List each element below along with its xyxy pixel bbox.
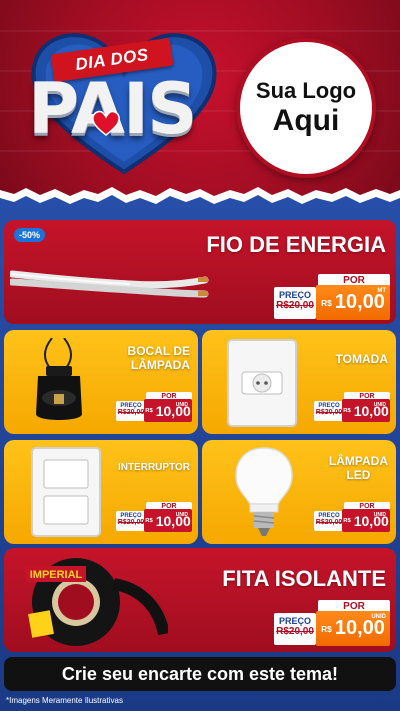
price-value: 10,00 xyxy=(334,291,385,313)
unit-label: UNID xyxy=(373,512,386,518)
currency: R$ xyxy=(321,623,332,634)
logo-text-line1: Sua Logo xyxy=(255,78,357,103)
unit-label: MT xyxy=(377,288,386,294)
new-price: R$ 10,00 UNID xyxy=(342,509,390,532)
event-title: PAIS xyxy=(28,68,198,150)
wire-image xyxy=(10,270,209,298)
bulb-image xyxy=(235,447,293,536)
header-banner: DIA DOS PAIS Sua Logo Aqui xyxy=(0,0,400,200)
currency: R$ xyxy=(343,407,351,414)
old-price: PREÇO R$20,00 xyxy=(314,511,344,531)
product-title-line1: BOCAL DE xyxy=(127,344,190,358)
tape-image: IMPERIAL xyxy=(26,558,168,646)
small-heart-icon xyxy=(92,110,120,136)
preco-label: PREÇO xyxy=(278,290,311,300)
unit-label: UNID xyxy=(371,614,386,620)
product-title: INTERRUPTOR xyxy=(117,462,190,473)
switch-image xyxy=(31,447,101,537)
unit-label: UNID xyxy=(175,402,188,408)
product-card-interruptor: INTERRUPTOR POR PREÇO R$20,00 R$ 10,00 U… xyxy=(4,440,198,544)
product-title: LÂMPADA LED xyxy=(329,454,388,482)
price-tag: POR PREÇO R$20,00 R$ 10,00 UNID xyxy=(314,392,390,422)
currency: R$ xyxy=(145,517,153,524)
currency: R$ xyxy=(145,407,153,414)
product-title: FITA ISOLANTE xyxy=(222,566,386,591)
new-price: R$ 10,00 UNID xyxy=(316,611,390,646)
price-tag: POR PREÇO R$20,00 R$ 10,00 UNID xyxy=(116,392,192,422)
product-title-line2: LÂMPADA xyxy=(130,358,190,372)
product-title: TOMADA xyxy=(335,352,388,366)
product-title-line1: LÂMPADA xyxy=(328,454,388,468)
product-title: FIO DE ENERGIA xyxy=(206,232,386,257)
tape-brand: IMPERIAL xyxy=(30,569,83,581)
product-card-tomada: TOMADA POR PREÇO R$20,00 R$ 10,00 UNID xyxy=(202,330,396,434)
disclaimer-text: *Imagens Meramente Ilustrativas xyxy=(6,696,123,705)
price-tag: POR PREÇO R$20,00 R$ 10,00 UNID xyxy=(314,502,390,532)
price-tag: POR PREÇO R$20,00 R$ 10,00 UNID xyxy=(116,502,192,532)
old-price: PREÇO R$20,00 xyxy=(116,511,146,531)
new-price: R$ 10,00 MT xyxy=(316,285,390,320)
old-price: PREÇO R$20,00 xyxy=(274,613,316,645)
socket-image xyxy=(36,338,82,420)
old-price: PREÇO R$20,00 xyxy=(116,401,146,421)
old-price-value: R$20,00 xyxy=(117,409,145,416)
currency: R$ xyxy=(321,297,332,308)
unit-label: UNID xyxy=(175,512,188,518)
price-tag: POR PREÇO R$20,00 R$ 10,00 UNID xyxy=(274,600,390,646)
old-price: PREÇO R$20,00 xyxy=(274,287,316,319)
product-card-lampada: LÂMPADA LED POR PREÇO R$20,00 R$ 10,00 U… xyxy=(202,440,396,544)
cta-banner[interactable]: Crie seu encarte com este tema! xyxy=(4,657,396,691)
product-title-line2: LED xyxy=(346,468,371,482)
torn-edge-divider xyxy=(0,187,400,208)
price-tag: POR PREÇO R$20,00 R$ 10,00 MT xyxy=(274,274,390,320)
new-price: R$ 10,00 UNID xyxy=(144,509,192,532)
outlet-image xyxy=(227,339,297,427)
product-card-fio: -50% FIO DE ENERGIA POR PREÇO R$20,00 R$… xyxy=(4,220,396,324)
old-price: PREÇO R$20,00 xyxy=(314,401,344,421)
product-title: BOCAL DE LÂMPADA xyxy=(128,344,190,372)
logo-placeholder: Sua Logo Aqui xyxy=(236,38,376,178)
offers-area: -50% FIO DE ENERGIA POR PREÇO R$20,00 R$… xyxy=(0,200,400,711)
new-price: R$ 10,00 UNID xyxy=(144,399,192,422)
old-price-value: R$20,00 xyxy=(276,300,314,311)
logo-text-line2: Aqui xyxy=(272,104,340,137)
price-value: 10,00 xyxy=(334,617,385,639)
product-card-bocal: BOCAL DE LÂMPADA POR PREÇO R$20,00 R$ 10… xyxy=(4,330,198,434)
unit-label: UNID xyxy=(373,402,386,408)
product-card-fita: IMPERIAL FITA ISOLANTE POR PREÇO R$20,00… xyxy=(4,548,396,652)
old-price-value: R$20,00 xyxy=(117,519,145,526)
preco-label: PREÇO xyxy=(278,616,311,626)
currency: R$ xyxy=(343,517,351,524)
old-price-value: R$20,00 xyxy=(276,626,314,637)
discount-badge: -50% xyxy=(14,228,46,242)
old-price-value: R$20,00 xyxy=(315,519,343,526)
old-price-value: R$20,00 xyxy=(315,409,343,416)
new-price: R$ 10,00 UNID xyxy=(342,399,390,422)
